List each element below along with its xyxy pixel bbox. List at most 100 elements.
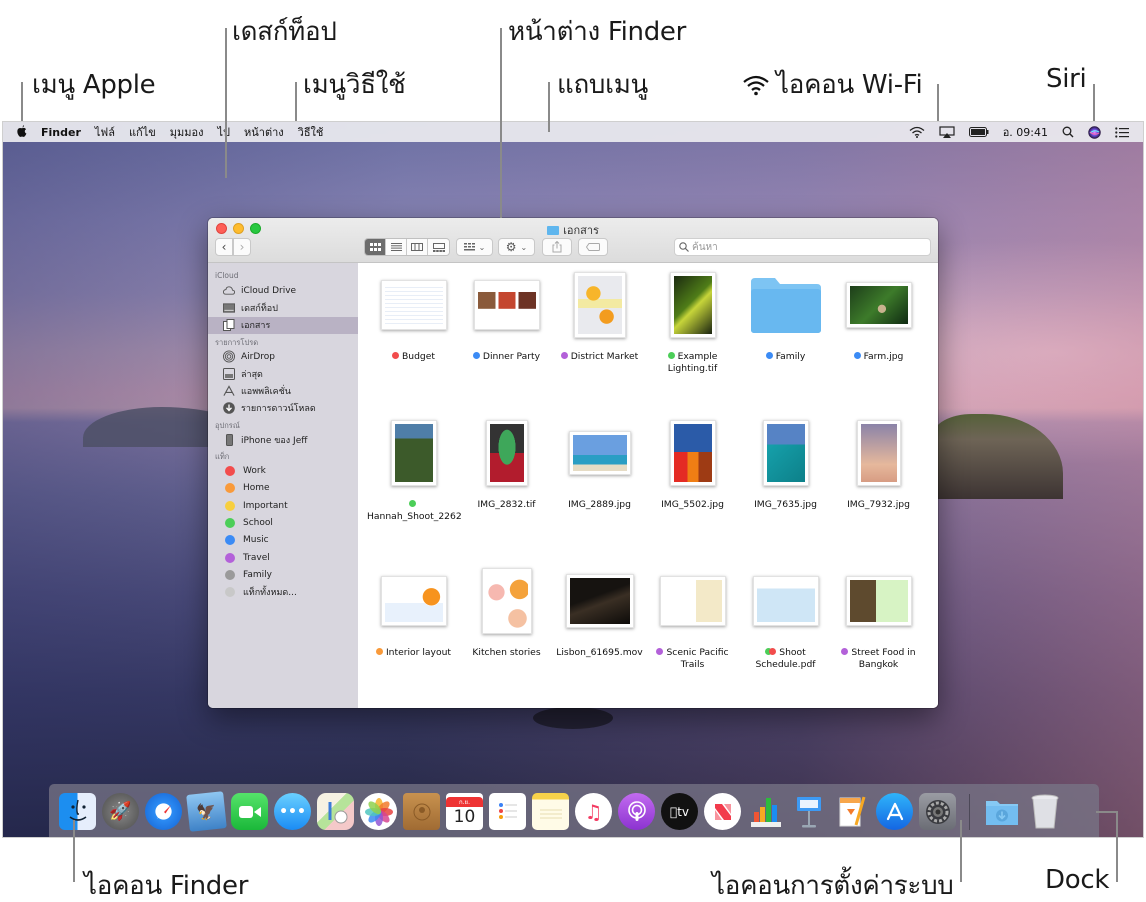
sidebar-item-recents[interactable]: ล่าสุด (208, 365, 358, 382)
menu-view[interactable]: มุมมอง (170, 123, 204, 141)
tags-button[interactable] (578, 238, 608, 256)
apple-menu[interactable] (17, 124, 27, 140)
file-item[interactable]: IMG_2889.jpg (553, 413, 646, 561)
file-item[interactable]: Example Lighting.tif (646, 265, 739, 413)
numbers-icon[interactable] (747, 793, 784, 830)
sidebar-section-favorites: รายการโปรด (215, 337, 259, 347)
downloads-icon (223, 402, 235, 415)
facetime-icon[interactable] (231, 793, 268, 830)
spotlight-icon[interactable] (1062, 125, 1074, 139)
menu-go[interactable]: ไป (217, 123, 230, 141)
menu-file[interactable]: ไฟล์ (95, 123, 115, 141)
notes-icon[interactable] (532, 793, 569, 830)
clock[interactable]: อ. 09:41 (1003, 123, 1048, 141)
file-item[interactable]: IMG_7635.jpg (739, 413, 832, 561)
file-item[interactable]: Hannah_Shoot_2262 (367, 413, 462, 561)
file-item[interactable]: Budget (367, 265, 460, 413)
downloads-folder-icon[interactable] (983, 793, 1020, 830)
keynote-icon[interactable] (790, 793, 827, 830)
sidebar-item-icloud-drive[interactable]: iCloud Drive (208, 282, 358, 299)
sidebar-tag-item[interactable]: School (208, 514, 358, 531)
share-button[interactable] (542, 238, 572, 256)
mail-icon[interactable]: 🦅 (186, 791, 227, 832)
trash-icon[interactable] (1026, 793, 1063, 830)
music-icon[interactable]: ♫ (575, 793, 612, 830)
file-item[interactable]: Lisbon_61695.mov (553, 561, 646, 708)
column-view-button[interactable] (407, 239, 428, 255)
file-thumbnail (460, 413, 553, 493)
file-item[interactable]: Dinner Party (460, 265, 553, 413)
file-item[interactable]: IMG_7932.jpg (832, 413, 925, 561)
leader-siri (1093, 84, 1095, 122)
pages-icon[interactable] (833, 793, 870, 830)
messages-icon[interactable]: ••• (274, 793, 311, 830)
menu-edit[interactable]: แก้ไข (129, 123, 156, 141)
file-item[interactable]: District Market (553, 265, 646, 413)
dock: 🚀 🦅 ••• ก.ย. 10 ♫ tv (49, 784, 1099, 837)
sidebar-item-documents[interactable]: เอกสาร (208, 316, 358, 334)
gallery-view-button[interactable] (428, 239, 449, 255)
sidebar-item-iphone[interactable]: iPhone ของ Jeff (208, 431, 358, 448)
file-name: Farm.jpg (832, 351, 925, 363)
file-item[interactable]: Kitchen stories (460, 561, 553, 708)
safari-icon[interactable] (145, 793, 182, 830)
back-button[interactable]: ‹ (215, 238, 233, 256)
file-item[interactable]: Street Food in Bangkok (832, 561, 925, 708)
siri-icon[interactable] (1088, 125, 1101, 139)
sidebar-item-label: รายการดาวน์โหลด (241, 404, 316, 415)
group-by-button[interactable]: ⌄ (456, 238, 493, 256)
tag-list: Work Home Important School Music Travel Family… (208, 462, 358, 600)
sidebar-tag-item[interactable]: Family (208, 566, 358, 583)
sidebar-tag-item[interactable]: Work (208, 462, 358, 479)
file-item[interactable]: Interior layout (367, 561, 460, 708)
airplay-icon[interactable] (939, 125, 955, 139)
maps-icon[interactable] (317, 793, 354, 830)
notification-center-icon[interactable] (1115, 125, 1129, 139)
menu-help[interactable]: วิธีใช้ (298, 123, 324, 141)
file-item[interactable]: Farm.jpg (832, 265, 925, 413)
calendar-icon[interactable]: ก.ย. 10 (446, 793, 483, 830)
file-item[interactable]: Shoot Schedule.pdf (739, 561, 832, 708)
sidebar-item-applications[interactable]: แอพพลิเคชั่น (208, 382, 358, 399)
file-item[interactable]: IMG_5502.jpg (646, 413, 739, 561)
sidebar-item-downloads[interactable]: รายการดาวน์โหลด (208, 400, 358, 417)
action-button[interactable]: ⚙ ⌄ (498, 238, 535, 256)
desktop[interactable]: Finder ไฟล์ แก้ไข มุมมอง ไป หน้าต่าง วิธ… (2, 121, 1144, 838)
news-icon[interactable] (704, 793, 741, 830)
sidebar-tag-item[interactable]: Home (208, 480, 358, 497)
sidebar-tag-item[interactable]: แท็กทั้งหมด... (208, 583, 358, 600)
file-item[interactable]: IMG_2832.tif (460, 413, 553, 561)
wifi-icon[interactable] (909, 125, 925, 139)
system-preferences-icon[interactable] (919, 793, 956, 830)
file-item[interactable]: Scenic Pacific Trails (646, 561, 739, 708)
forward-button[interactable]: › (233, 238, 251, 256)
launchpad-icon[interactable]: 🚀 (102, 793, 139, 830)
sidebar-tag-item[interactable]: Music (208, 532, 358, 549)
list-view-button[interactable] (386, 239, 407, 255)
battery-icon[interactable] (968, 125, 989, 139)
app-store-icon[interactable] (876, 793, 913, 830)
photos-icon[interactable] (360, 793, 397, 830)
contacts-icon[interactable] (403, 793, 440, 830)
podcasts-icon[interactable] (618, 793, 655, 830)
search-field[interactable]: ค้นหา (674, 238, 931, 256)
menu-window[interactable]: หน้าต่าง (244, 123, 284, 141)
sidebar-item-desktop[interactable]: เดสก์ท็อป (208, 299, 358, 316)
sidebar-tag-item[interactable]: Travel (208, 549, 358, 566)
tv-icon[interactable]: tv (661, 793, 698, 830)
sidebar-section-devices: อุปกรณ์ (215, 421, 240, 431)
wifi-icon (743, 75, 769, 95)
sidebar-item-airdrop[interactable]: AirDrop (208, 348, 358, 365)
tag-color-dot (225, 569, 235, 580)
file-item[interactable]: Family (739, 265, 832, 413)
sidebar-tag-item[interactable]: Important (208, 497, 358, 514)
window-title: เอกสาร (208, 221, 938, 239)
sidebar-item-label: AirDrop (241, 351, 276, 362)
finder-icon[interactable] (59, 793, 96, 830)
sidebar-item-label: ล่าสุด (241, 369, 263, 380)
menu-finder[interactable]: Finder (41, 126, 81, 139)
file-name: Family (739, 351, 832, 363)
icon-view-icon (369, 243, 381, 251)
icon-view-button[interactable] (365, 239, 386, 255)
reminders-icon[interactable] (489, 793, 526, 830)
